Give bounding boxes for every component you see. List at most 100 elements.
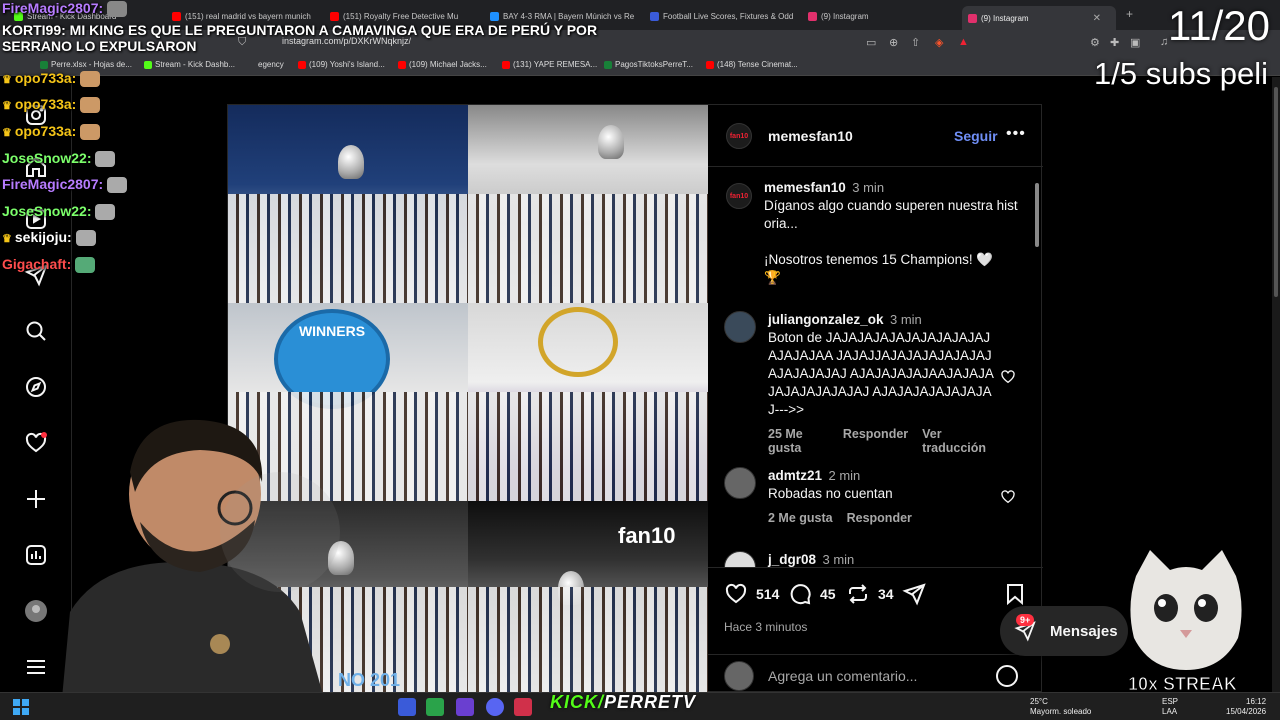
post-actions: 514 45 34 Hace 3 minutos Agrega un comen… — [708, 567, 1043, 693]
comment-text: Boton de JAJAJAJAJAJAJAJAJAJAJAJAJAJAA J… — [768, 330, 994, 417]
page-scrollbar[interactable] — [1272, 77, 1280, 692]
bookmark-label: Perre.xlsx - Hojas de... — [51, 60, 132, 69]
share-button[interactable] — [902, 582, 926, 606]
messages-badge: 9+ — [1016, 614, 1035, 626]
kick-channel-brand: KICK/PERRETV — [550, 692, 696, 713]
comment-username[interactable]: admtz21 — [768, 468, 822, 483]
comment-time: 2 min — [828, 468, 861, 483]
tab-label: (151) Royalty Free Detective Mu — [343, 11, 459, 21]
puzzle-icon[interactable]: ✚ — [1110, 36, 1119, 49]
tab-instagram-active[interactable]: (9) Instagram ✕ — [962, 6, 1116, 30]
music-icon[interactable]: ♫ — [1160, 36, 1168, 48]
tab-youtube-royalty-free[interactable]: (151) Royalty Free Detective Mu — [330, 6, 480, 26]
bookmark-kick-dashboard[interactable]: Stream - Kick Dashb... — [144, 60, 235, 69]
weather-temp: 25°C — [1030, 697, 1048, 706]
calendar-icon — [650, 11, 659, 21]
youtube-icon — [706, 60, 714, 69]
bookmark-label: (131) YAPE REMESA... — [513, 60, 598, 69]
caption-time: 3 min — [852, 180, 885, 195]
youtube-icon — [298, 60, 306, 69]
bookmark-tense-cinematic[interactable]: (148) Tense Cinemat... — [706, 60, 798, 69]
app-icon[interactable] — [514, 698, 532, 716]
post-sidebar: fan10 memesfan10 Seguir ••• fan10 memesf… — [708, 105, 1043, 693]
extension-icon[interactable]: ⚙ — [1090, 36, 1100, 49]
comment-username[interactable]: juliangonzalez_ok — [768, 312, 884, 327]
comment-item: admtz21 2 min Robadas no cuentan 2 Me gu… — [768, 467, 996, 525]
clock[interactable]: 16:12 15/04/2026 — [1226, 697, 1266, 717]
bookmark-michael-jackson[interactable]: (109) Michael Jacks... — [398, 60, 487, 69]
score-site-icon — [490, 11, 499, 21]
author-avatar[interactable]: fan10 — [726, 123, 752, 149]
bookmark-label: Stream - Kick Dashb... — [155, 60, 236, 69]
comment-button[interactable]: 45 — [788, 582, 836, 606]
bookmark-icon[interactable]: ⛉ — [238, 36, 246, 49]
tab-label: Football Live Scores, Fixtures & Odd — [663, 11, 794, 21]
emoji-icon[interactable] — [996, 665, 1018, 687]
comments-list[interactable]: fan10 memesfan10 3 min Díganos algo cuan… — [708, 167, 1043, 567]
clock-time: 16:12 — [1246, 697, 1267, 706]
commenter-avatar[interactable] — [724, 551, 756, 567]
add-comment-input[interactable]: Agrega un comentario... — [768, 668, 917, 684]
comment-username[interactable]: j_dgr08 — [768, 552, 816, 567]
comments-scrollbar[interactable] — [1034, 173, 1040, 567]
close-tab-icon[interactable]: ✕ — [1093, 13, 1101, 24]
tab-football-live-scores[interactable]: Football Live Scores, Fixtures & Odd — [650, 6, 800, 26]
search-icon[interactable] — [24, 319, 48, 343]
bookmark-label: (148) Tense Cinemat... — [717, 60, 798, 69]
tab-bay-rma[interactable]: BAY 4-3 RMA | Bayern Múnich vs Re — [490, 6, 640, 26]
discord-icon[interactable] — [486, 698, 504, 716]
youtube-icon — [502, 60, 510, 69]
more-options-icon[interactable]: ••• — [1006, 125, 1026, 143]
windows-start-icon[interactable] — [12, 698, 30, 716]
weather-widget[interactable]: 25°C Mayorm. soleado — [1030, 697, 1091, 717]
commenter-avatar[interactable] — [724, 311, 756, 343]
language-code: ESP — [1162, 697, 1179, 706]
translate-button[interactable]: Ver traducción — [922, 427, 996, 455]
share-icon[interactable]: ⇧ — [911, 36, 920, 49]
reply-button[interactable]: Responder — [843, 427, 908, 455]
bookmark-yoshis-island[interactable]: (109) Yoshi's Island... — [298, 60, 385, 69]
bookmark-egency[interactable]: egency — [258, 60, 284, 69]
brave-shield-icon[interactable]: ◈ — [935, 36, 943, 49]
save-button[interactable] — [1003, 582, 1027, 606]
kick-logo-text: KICK/ — [550, 692, 604, 712]
tab-instagram[interactable]: (9) Instagram — [808, 6, 948, 26]
kick-icon — [14, 11, 23, 21]
like-button[interactable]: 514 — [724, 582, 779, 606]
bookmark-pagos-tiktoks[interactable]: PagosTiktoksPerreT... — [604, 60, 693, 69]
zoom-icon[interactable]: ⊕ — [889, 36, 898, 49]
tab-youtube-real-madrid[interactable]: (151) real madrid vs bayern munich — [172, 6, 322, 26]
instagram-logo-icon[interactable] — [24, 103, 48, 127]
goal-counter: 11/20 — [1168, 2, 1270, 49]
author-username[interactable]: memesfan10 — [768, 128, 853, 144]
send-icon[interactable] — [24, 263, 48, 287]
sidebar-icon[interactable]: ▣ — [1130, 36, 1140, 49]
caption-avatar[interactable]: fan10 — [726, 183, 752, 209]
reels-icon[interactable] — [24, 207, 48, 231]
messages-button[interactable]: 9+ Mensajes — [1000, 606, 1128, 656]
like-comment-heart-icon[interactable] — [1000, 369, 1016, 385]
language-indicator[interactable]: ESP LAA — [1162, 697, 1178, 717]
repost-button[interactable]: 34 — [846, 582, 894, 606]
comment-likes[interactable]: 2 Me gusta — [768, 511, 833, 525]
tab-label: BAY 4-3 RMA | Bayern Múnich vs Re — [503, 11, 635, 21]
bookmark-yape-remesa[interactable]: (131) YAPE REMESA... — [502, 60, 597, 69]
fan10-watermark: fan10 — [618, 523, 676, 548]
tab-kick-dashboard[interactable]: Stream - Kick Dashboard — [14, 6, 164, 26]
commenter-avatar[interactable] — [724, 467, 756, 499]
like-comment-heart-icon[interactable] — [1000, 489, 1016, 505]
comment-likes[interactable]: 25 Me gusta — [768, 427, 829, 455]
reader-icon[interactable]: ▭ — [866, 36, 876, 49]
app-grid-icon[interactable] — [398, 698, 416, 716]
visual-studio-icon[interactable] — [456, 698, 474, 716]
follow-button[interactable]: Seguir — [954, 128, 998, 144]
explore-icon[interactable] — [24, 375, 48, 399]
brave-rewards-icon[interactable]: ▲ — [958, 36, 969, 48]
new-tab-icon[interactable]: + — [1126, 7, 1133, 21]
media-player-icon[interactable] — [426, 698, 444, 716]
url-field[interactable]: instagram.com/p/DXKrWNqknjz/ — [282, 36, 411, 46]
home-icon[interactable] — [24, 155, 48, 179]
reply-button[interactable]: Responder — [847, 511, 912, 525]
bookmark-perre-sheet[interactable]: Perre.xlsx - Hojas de... — [40, 60, 132, 69]
caption-username[interactable]: memesfan10 — [764, 180, 846, 195]
